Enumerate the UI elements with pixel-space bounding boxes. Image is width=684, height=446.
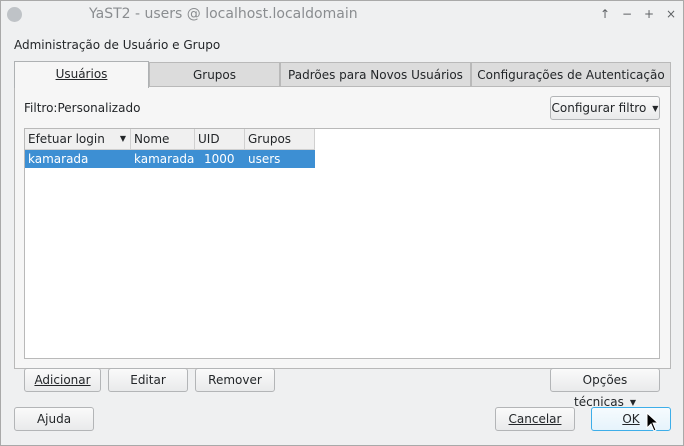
window-title: YaST2 - users @ localhost.localdomain [89,6,358,22]
edit-button[interactable]: Editar [108,368,188,392]
ok-button-label: OK [622,412,640,426]
cell-groups: users [248,152,281,166]
chevron-down-icon: ▼ [629,397,636,407]
keep-above-icon[interactable]: ↑ [598,7,612,21]
filter-label: Filtro:Personalizado [24,101,141,115]
configure-filter-label: Configurar filtro [551,101,647,115]
column-header-uid[interactable]: UID [195,129,245,149]
column-header-label: UID [198,132,220,146]
table-header: Efetuar login ▼ Nome UID Grupos [25,129,315,150]
tab-label: Usuários [55,67,108,81]
column-header-name[interactable]: Nome [131,129,195,149]
tab-users[interactable]: Usuários [14,61,149,88]
add-button[interactable]: Adicionar [24,368,101,392]
add-button-label: Adicionar [34,373,91,387]
maximize-icon[interactable]: + [642,7,656,21]
minimize-icon[interactable]: − [620,7,634,21]
edit-button-label: Editar [130,373,166,387]
dialog-heading: Administração de Usuário e Grupo [14,38,221,52]
expert-options-label: Opções técnicas [574,373,628,409]
tab-groups[interactable]: Grupos [149,62,280,86]
cancel-button[interactable]: Cancelar [495,407,575,431]
tab-defaults[interactable]: Padrões para Novos Usuários [280,62,471,86]
tab-label: Grupos [192,68,237,82]
cancel-button-label: Cancelar [508,412,562,426]
app-icon [7,7,22,22]
table-row[interactable]: kamarada kamarada 1000 users [25,150,315,168]
chevron-down-icon: ▼ [652,103,659,113]
tab-label: Padrões para Novos Usuários [288,68,463,82]
sort-down-icon: ▼ [119,134,126,143]
cell-name: kamarada [134,152,195,166]
cell-uid: 1000 [204,152,235,166]
expert-options-button[interactable]: Opções técnicas ▼ [550,368,660,409]
help-button-label: Ajuda [36,412,72,426]
column-header-label: Nome [134,132,170,146]
configure-filter-button[interactable]: Configurar filtro ▼ [550,96,660,120]
column-header-label: Efetuar login [28,132,105,146]
help-button[interactable]: Ajuda [14,407,94,431]
remove-button-label: Remover [208,373,262,387]
cell-login: kamarada [28,152,89,166]
close-icon[interactable]: × [664,7,678,21]
column-header-label: Grupos [248,132,292,146]
tab-authentication[interactable]: Configurações de Autenticação [471,62,671,86]
tab-label: Configurações de Autenticação [477,68,665,82]
remove-button[interactable]: Remover [195,368,275,392]
mouse-pointer-icon [646,412,660,432]
users-table[interactable]: Efetuar login ▼ Nome UID Grupos kamarada… [24,128,660,359]
column-header-login[interactable]: Efetuar login ▼ [25,129,131,149]
title-bar[interactable]: YaST2 - users @ localhost.localdomain ↑ … [1,1,683,29]
column-header-groups[interactable]: Grupos [245,129,315,149]
